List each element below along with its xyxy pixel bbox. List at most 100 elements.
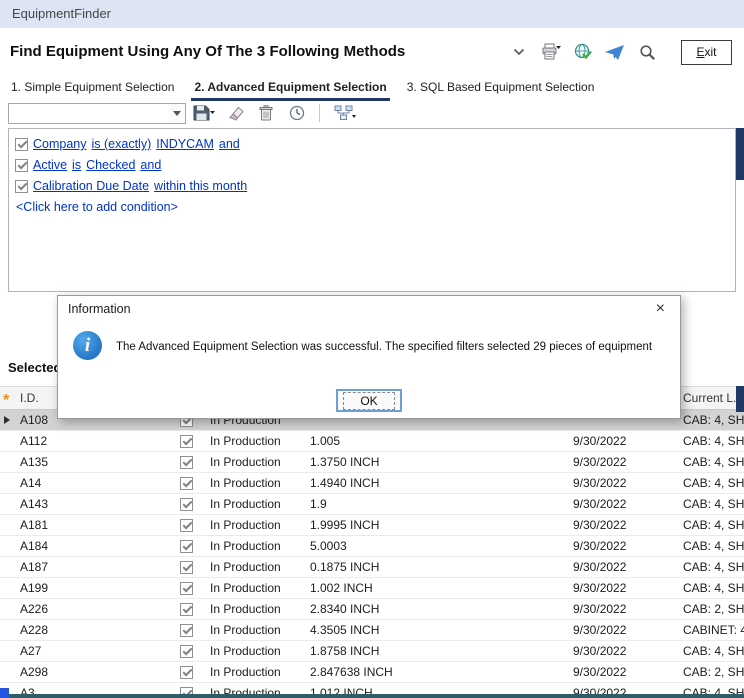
condition-link[interactable]: INDYCAM — [156, 137, 214, 151]
tab-simple-selection[interactable]: 1. Simple Equipment Selection — [8, 78, 177, 101]
cell-id: A14 — [16, 473, 168, 493]
tab-sql-selection[interactable]: 3. SQL Based Equipment Selection — [404, 78, 598, 101]
row-indicator-cell — [0, 641, 16, 661]
delete-filter-icon[interactable] — [253, 102, 279, 124]
cell-location: CAB: 2, SH — [678, 662, 744, 682]
row-checkbox[interactable] — [180, 666, 193, 679]
condition-link[interactable]: and — [140, 158, 161, 172]
table-row[interactable]: A27In Production1.8758 INCH9/30/2022CAB:… — [0, 641, 744, 662]
cell-value: 1.8758 INCH — [304, 641, 566, 661]
cell-id: A298 — [16, 662, 168, 682]
send-icon[interactable] — [603, 40, 627, 64]
row-checkbox[interactable] — [180, 540, 193, 553]
cell-status: In Production — [204, 494, 304, 514]
condition-checkbox[interactable] — [15, 138, 28, 151]
table-row[interactable]: A112In Production1.0059/30/2022CAB: 4, S… — [0, 431, 744, 452]
condition-link[interactable]: and — [219, 137, 240, 151]
cell-date: 9/30/2022 — [566, 641, 678, 661]
column-header-location[interactable]: Current L... — [678, 387, 744, 409]
row-checkbox[interactable] — [180, 645, 193, 658]
row-checkbox[interactable] — [180, 561, 193, 574]
row-checkbox[interactable] — [180, 477, 193, 490]
row-checkbox[interactable] — [180, 456, 193, 469]
cell-value: 2.8340 INCH — [304, 599, 566, 619]
condition-checkbox[interactable] — [15, 159, 28, 172]
cell-location: CAB: 4, SH — [678, 494, 744, 514]
page-title: Find Equipment Using Any Of The 3 Follow… — [10, 43, 405, 60]
cell-location: CAB: 4, SH — [678, 473, 744, 493]
table-row[interactable]: A143In Production1.99/30/2022CAB: 4, SH — [0, 494, 744, 515]
clear-filter-icon[interactable] — [222, 102, 248, 124]
condition-link[interactable]: is — [72, 158, 81, 172]
cell-active — [168, 515, 204, 535]
ok-button-label: OK — [343, 392, 394, 410]
row-checkbox[interactable] — [180, 582, 193, 595]
filter-preset-combo[interactable] — [8, 103, 186, 124]
save-filter-icon[interactable] — [191, 102, 217, 124]
print-icon[interactable] — [539, 40, 563, 64]
table-row[interactable]: A298In Production2.847638 INCH9/30/2022C… — [0, 662, 744, 683]
cell-date: 9/30/2022 — [566, 431, 678, 451]
tab-advanced-selection[interactable]: 2. Advanced Equipment Selection — [191, 78, 389, 101]
table-row[interactable]: A14In Production1.4940 INCH9/30/2022CAB:… — [0, 473, 744, 494]
row-checkbox[interactable] — [180, 519, 193, 532]
table-row[interactable]: A226In Production2.8340 INCH9/30/2022CAB… — [0, 599, 744, 620]
add-condition-link[interactable]: <Click here to add condition> — [16, 200, 729, 214]
cell-date: 9/30/2022 — [566, 536, 678, 556]
cell-location: CAB: 4, SH — [678, 641, 744, 661]
cell-active — [168, 452, 204, 472]
row-checkbox[interactable] — [180, 624, 193, 637]
cell-active — [168, 620, 204, 640]
search-icon[interactable] — [635, 40, 659, 64]
cell-id: A226 — [16, 599, 168, 619]
row-indicator-header: * — [0, 387, 16, 409]
cell-location: CAB: 4, SH — [678, 536, 744, 556]
history-clock-icon[interactable] — [284, 102, 310, 124]
table-row[interactable]: A135In Production1.3750 INCH9/30/2022CAB… — [0, 452, 744, 473]
row-indicator-cell — [0, 431, 16, 451]
selected-row-arrow — [4, 416, 10, 424]
dialog-message: The Advanced Equipment Selection was suc… — [116, 341, 652, 353]
cell-date: 9/30/2022 — [566, 620, 678, 640]
equipment-finder-window: EquipmentFinder Find Equipment Using Any… — [0, 0, 744, 698]
condition-link[interactable]: Calibration Due Date — [33, 179, 149, 193]
cell-value: 2.847638 INCH — [304, 662, 566, 682]
row-checkbox[interactable] — [180, 603, 193, 616]
row-checkbox[interactable] — [180, 435, 193, 448]
row-indicator-cell — [0, 515, 16, 535]
condition-link[interactable]: Checked — [86, 158, 135, 172]
table-row[interactable]: A181In Production1.9995 INCH9/30/2022CAB… — [0, 515, 744, 536]
condition-link[interactable]: is (exactly) — [92, 137, 152, 151]
chevron-down-icon[interactable] — [507, 40, 531, 64]
condition-link[interactable]: within this month — [154, 179, 247, 193]
cell-active — [168, 431, 204, 451]
dialog-titlebar[interactable]: Information × — [58, 296, 680, 322]
combo-dropdown-button[interactable] — [168, 104, 185, 123]
condition-link[interactable]: Active — [33, 158, 67, 172]
table-row[interactable]: A184In Production5.00039/30/2022CAB: 4, … — [0, 536, 744, 557]
cell-location: CAB: 4, SH — [678, 431, 744, 451]
cell-location: CAB: 4, SH — [678, 410, 744, 430]
window-titlebar[interactable]: EquipmentFinder — [0, 0, 744, 28]
table-row[interactable]: A199In Production1.002 INCH9/30/2022CAB:… — [0, 578, 744, 599]
cell-active — [168, 473, 204, 493]
method-tabs: 1. Simple Equipment Selection 2. Advance… — [8, 78, 597, 101]
globe-export-icon[interactable] — [571, 40, 595, 64]
cell-value: 1.9 — [304, 494, 566, 514]
table-row[interactable]: A228In Production4.3505 INCH9/30/2022CAB… — [0, 620, 744, 641]
bottom-edge-artifact — [0, 694, 744, 698]
tree-view-icon[interactable] — [332, 102, 358, 124]
cell-value: 0.1875 INCH — [304, 557, 566, 577]
condition-checkbox[interactable] — [15, 180, 28, 193]
table-row[interactable]: A187In Production0.1875 INCH9/30/2022CAB… — [0, 557, 744, 578]
filter-toolbar — [8, 101, 358, 125]
cell-active — [168, 557, 204, 577]
exit-button[interactable]: Exit — [681, 40, 732, 65]
filter-preset-input[interactable] — [9, 104, 168, 123]
condition-link[interactable]: Company — [33, 137, 87, 151]
row-checkbox[interactable] — [180, 498, 193, 511]
row-indicator-cell — [0, 662, 16, 682]
ok-button[interactable]: OK — [336, 389, 402, 412]
cell-date: 9/30/2022 — [566, 515, 678, 535]
close-icon[interactable]: × — [651, 301, 670, 317]
